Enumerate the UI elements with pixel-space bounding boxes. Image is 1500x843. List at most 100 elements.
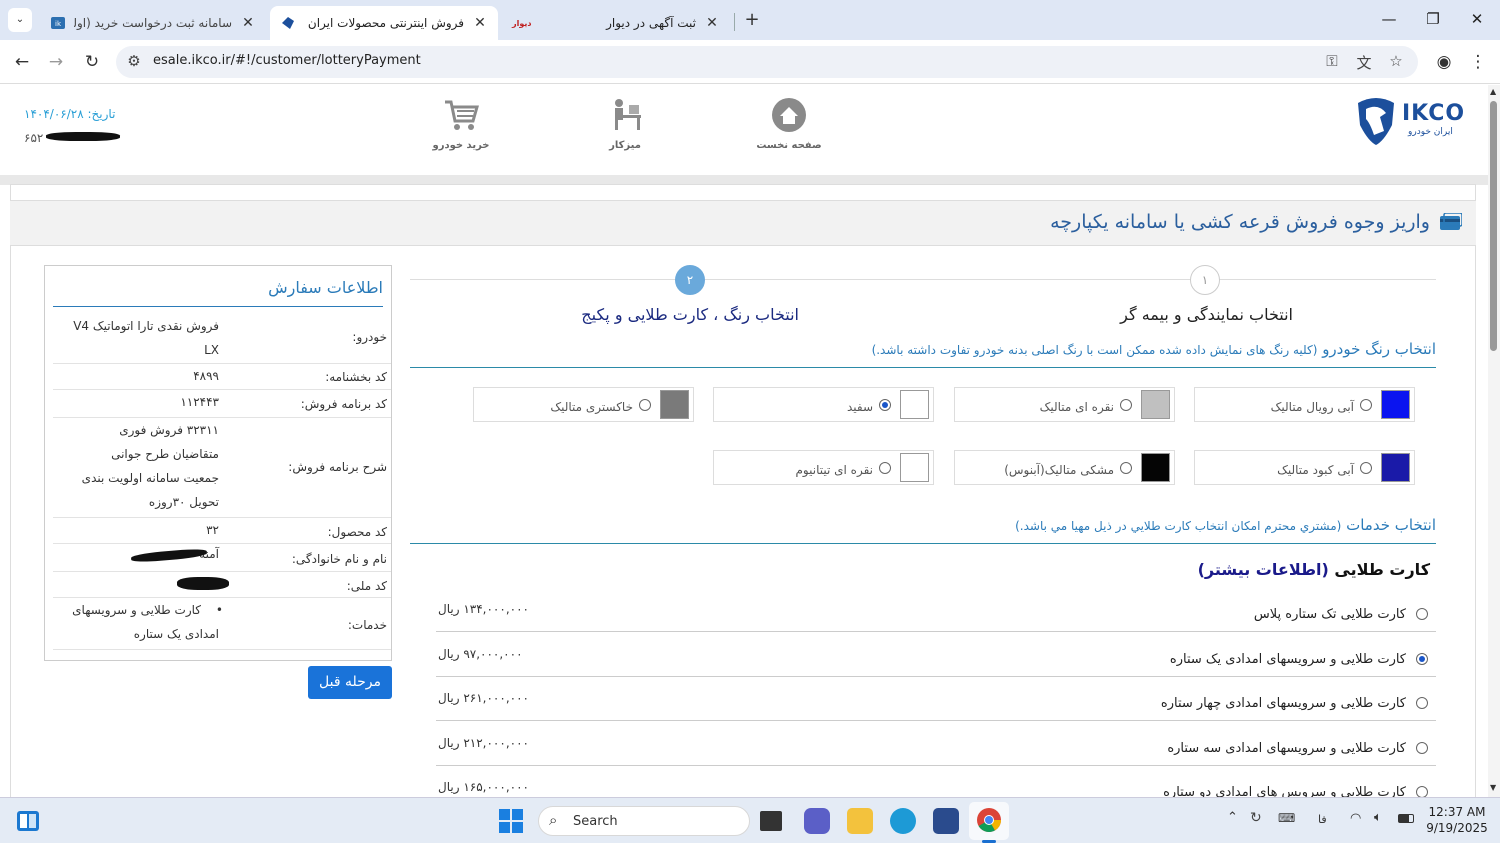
user-id-prefix: ۶۵۲ — [24, 131, 44, 145]
tab-divar[interactable]: ✕ ثبت آگهی در دیوار دیوار — [502, 6, 730, 40]
chevron-up-icon[interactable]: ⌃ — [1227, 810, 1238, 825]
golden-card-option-price: ۹۷,۰۰۰,۰۰۰ ریال — [438, 647, 523, 661]
nav-desk-label: میزکار — [609, 140, 641, 151]
golden-card-option[interactable]: کارت طلایی و سرویسهای امدادی سه ستاره ۲۱… — [436, 722, 1436, 766]
color-radio[interactable] — [879, 399, 891, 411]
color-option[interactable]: خاکستری متالیک — [473, 387, 694, 422]
golden-card-title: کارت طلایی (اطلاعات بیشتر) — [1198, 560, 1430, 579]
close-window-button[interactable]: ✕ — [1454, 0, 1500, 38]
site-info-icon[interactable]: ⚙ — [124, 52, 144, 72]
minimize-button[interactable]: — — [1366, 0, 1412, 38]
tab-ikco-purchase-system[interactable]: ✕ سامانه ثبت درخواست خرید (اولو ik — [40, 6, 266, 40]
taskbar-search[interactable]: ⌕ Search — [538, 806, 750, 836]
color-option[interactable]: آبی کبود متالیک — [1194, 450, 1415, 485]
order-row-circular: کد بخشنامه: ۴۸۹۹ — [53, 364, 391, 390]
file-explorer-icon[interactable] — [847, 808, 873, 834]
previous-step-button[interactable]: مرحله قبل — [308, 666, 392, 699]
golden-card-radio[interactable] — [1416, 742, 1428, 754]
new-tab-button[interactable]: + — [740, 8, 764, 32]
product-code-label: کد محصول: — [327, 525, 387, 539]
golden-card-option[interactable]: کارت طلایی و سرویس های امدادی دو ستاره ۱… — [436, 766, 1436, 797]
task-view-icon[interactable] — [760, 811, 782, 831]
program-desc-line: جمعیت سامانه اولویت بندی — [81, 471, 219, 485]
color-option[interactable]: نقره ای متالیک — [954, 387, 1175, 422]
color-radio[interactable] — [639, 399, 651, 411]
nav-desk[interactable]: میزکار — [585, 97, 665, 151]
battery-icon[interactable] — [1398, 814, 1414, 823]
scroll-up-arrow-icon[interactable]: ▲ — [1490, 87, 1496, 96]
close-icon[interactable]: ✕ — [240, 15, 256, 31]
wifi-icon[interactable]: ◠ — [1350, 811, 1361, 826]
language-indicator[interactable]: فا — [1318, 813, 1327, 826]
forward-button[interactable]: → — [42, 48, 70, 76]
color-radio[interactable] — [879, 462, 891, 474]
circular-label: کد بخشنامه: — [325, 370, 387, 384]
store-icon[interactable] — [933, 808, 959, 834]
scroll-down-arrow-icon[interactable]: ▼ — [1490, 783, 1496, 792]
order-row-product-code: کد محصول: ۳۲ — [53, 518, 391, 544]
golden-card-radio[interactable] — [1416, 653, 1428, 665]
scrollbar-thumb[interactable] — [1490, 101, 1497, 351]
golden-card-radio[interactable] — [1416, 608, 1428, 620]
color-option-selected[interactable]: سفید — [713, 387, 934, 422]
name-label: نام و نام خانوادگی: — [291, 552, 387, 566]
chrome-icon[interactable] — [976, 807, 1002, 833]
back-button[interactable]: ← — [8, 48, 36, 76]
teams-chat-icon[interactable] — [804, 808, 830, 834]
color-option[interactable]: مشکی متالیک(آبنوس) — [954, 450, 1175, 485]
ikco-logo-subtext: ایران خودرو — [1408, 127, 1453, 137]
nav-home[interactable]: صفحه نخست — [749, 97, 829, 151]
golden-card-radio[interactable] — [1416, 697, 1428, 709]
color-swatch — [1381, 390, 1410, 419]
clock-time: 12:37 AM — [1428, 805, 1486, 819]
maximize-button[interactable]: ❐ — [1410, 0, 1456, 38]
services-section-title: انتخاب خدمات — [1346, 516, 1436, 534]
close-icon[interactable]: ✕ — [704, 15, 720, 31]
golden-card-more-info-link[interactable]: (اطلاعات بیشتر) — [1198, 560, 1329, 579]
color-option[interactable]: آبی رویال متالیک — [1194, 387, 1415, 422]
golden-card-option-price: ۱۶۵,۰۰۰,۰۰۰ ریال — [438, 780, 529, 794]
program-desc-line: متقاضیان طرح جوانی — [111, 447, 219, 461]
tab-search-button[interactable]: ⌄ — [8, 8, 32, 32]
car-label: خودرو: — [352, 330, 387, 344]
volume-icon[interactable]: 🔈︎ — [1374, 810, 1382, 825]
golden-card-option-selected[interactable]: کارت طلایی و سرویسهای امدادی یک ستاره ۹۷… — [436, 633, 1436, 677]
golden-card-option[interactable]: کارت طلایی تک ستاره پلاس ۱۳۴,۰۰۰,۰۰۰ ریا… — [436, 588, 1436, 632]
redaction-scribble — [130, 547, 208, 564]
translate-icon[interactable]: 文 — [1354, 52, 1374, 72]
color-radio[interactable] — [1120, 399, 1132, 411]
keyboard-icon[interactable]: ⌨ — [1278, 811, 1295, 825]
taskbar-clock[interactable]: 12:37 AM 9/19/2025 — [1424, 804, 1490, 836]
color-option[interactable]: نقره ای تیتانیوم — [713, 450, 934, 485]
color-section-title: انتخاب رنگ خودرو — [1322, 340, 1436, 358]
close-icon[interactable]: ✕ — [472, 15, 488, 31]
redaction-scribble — [46, 132, 120, 141]
url-text[interactable]: esale.ikco.ir/#!/customer/lotteryPayment — [153, 53, 421, 68]
tab-ikco-esale[interactable]: ✕ فروش اینترنتی محصولات ایران خو — [270, 6, 498, 40]
nav-buy-car-label: خرید خودرو — [432, 140, 490, 151]
color-radio[interactable] — [1360, 462, 1372, 474]
color-option-label: مشکی متالیک(آبنوس) — [1004, 463, 1114, 477]
services-bullet: • — [215, 603, 223, 617]
step-1-label: انتخاب نمایندگی و بیمه گر — [1120, 305, 1293, 324]
windows-start-icon[interactable] — [498, 808, 524, 834]
color-option-label: آبی کبود متالیک — [1277, 463, 1354, 477]
edge-browser-icon[interactable] — [890, 808, 916, 834]
car-value-line1: فروش نقدی تارا اتوماتیک V4 — [73, 319, 219, 333]
nav-buy-car[interactable]: خرید خودرو — [421, 97, 501, 151]
user-id: ۶۵۲ — [24, 131, 43, 145]
color-radio[interactable] — [1360, 399, 1372, 411]
page-scrollbar[interactable]: ▲ ▼ — [1488, 85, 1500, 797]
profile-icon[interactable]: ◉ — [1430, 48, 1458, 76]
bookmark-star-icon[interactable]: ☆ — [1386, 52, 1406, 72]
golden-card-radio[interactable] — [1416, 786, 1428, 797]
password-key-icon[interactable]: ⚿ — [1322, 52, 1342, 72]
menu-icon[interactable]: ⋮ — [1464, 48, 1492, 76]
golden-card-option[interactable]: کارت طلایی و سرویسهای امدادی چهار ستاره … — [436, 677, 1436, 721]
color-radio[interactable] — [1120, 462, 1132, 474]
widgets-icon[interactable] — [16, 809, 40, 833]
sync-icon[interactable]: ↻ — [1250, 810, 1262, 826]
reload-button[interactable]: ↻ — [78, 48, 106, 76]
ikco-logo[interactable]: IKCO ایران خودرو — [1354, 95, 1470, 145]
omnibox[interactable]: ⚙ esale.ikco.ir/#!/customer/lotteryPayme… — [116, 46, 1418, 78]
